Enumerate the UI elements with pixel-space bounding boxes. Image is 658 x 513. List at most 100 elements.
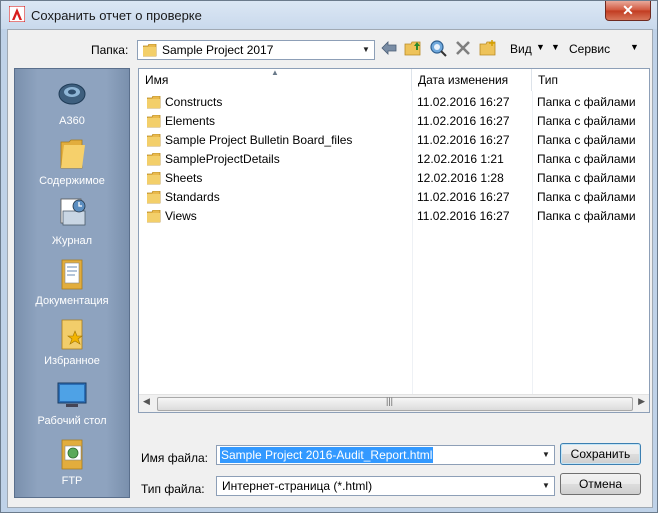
autocad-logo-icon bbox=[9, 6, 25, 22]
folder-combo[interactable]: Sample Project 2017 ▼ bbox=[137, 40, 375, 60]
new-folder-icon[interactable] bbox=[479, 39, 497, 57]
filename-value[interactable]: Sample Project 2016-Audit_Report.html bbox=[220, 447, 434, 463]
column-header-type[interactable]: Тип bbox=[532, 69, 649, 91]
title-bar: Сохранить отчет о проверке ✕ bbox=[1, 1, 657, 29]
dialog-body: Папка: Sample Project 2017 ▼ Вид ▼ ▼ Сер… bbox=[7, 29, 653, 508]
column-header-label: Дата изменения bbox=[418, 73, 509, 87]
file-date: 11.02.2016 16:27 bbox=[417, 95, 510, 109]
sidebar-item-label: FTP bbox=[61, 475, 83, 487]
table-row[interactable]: Constructs 11.02.2016 16:27 Папка с файл… bbox=[139, 93, 649, 112]
file-name: SampleProjectDetails bbox=[165, 152, 280, 166]
filename-label: Имя файла: bbox=[141, 451, 208, 465]
file-type: Папка с файлами bbox=[537, 190, 636, 204]
sidebar-item-content[interactable]: Содержимое bbox=[15, 137, 129, 197]
file-type: Папка с файлами bbox=[537, 171, 636, 185]
folder-value: Sample Project 2017 bbox=[162, 43, 274, 57]
file-type: Папка с файлами bbox=[537, 133, 636, 147]
file-type: Папка с файлами bbox=[537, 209, 636, 223]
filetype-label: Тип файла: bbox=[141, 482, 205, 496]
folder-icon bbox=[147, 172, 161, 185]
sidebar-item-label: Избранное bbox=[44, 355, 100, 367]
chevron-down-icon[interactable]: ▼ bbox=[358, 41, 374, 59]
places-sidebar: A360 Содержимое Журнал Документация Избр… bbox=[14, 68, 130, 498]
search-web-icon[interactable] bbox=[429, 39, 447, 57]
folder-icon bbox=[147, 210, 161, 223]
sort-ascending-icon: ▲ bbox=[271, 68, 279, 77]
column-header-label: Тип bbox=[538, 73, 559, 87]
horizontal-scrollbar[interactable]: ◀ ||| ▶ bbox=[139, 394, 649, 412]
folder-icon bbox=[143, 44, 157, 57]
filetype-value: Интернет-страница (*.html) bbox=[222, 479, 373, 493]
table-row[interactable]: Views 11.02.2016 16:27 Папка с файлами bbox=[139, 207, 649, 226]
view-menu-label[interactable]: Вид bbox=[510, 42, 532, 56]
file-list[interactable]: Имя ▲ Дата изменения Тип Constructs 11.0… bbox=[138, 68, 650, 413]
view-dropdown-icon[interactable]: ▼ bbox=[536, 42, 545, 52]
file-name: Constructs bbox=[165, 95, 223, 109]
sidebar-item-desktop[interactable]: Рабочий стол bbox=[15, 377, 129, 437]
save-dialog-window: Сохранить отчет о проверке ✕ Папка: Samp… bbox=[0, 0, 658, 513]
close-button[interactable]: ✕ bbox=[605, 1, 651, 21]
file-date: 11.02.2016 16:27 bbox=[417, 114, 510, 128]
table-row[interactable]: Sheets 12.02.2016 1:28 Папка с файлами bbox=[139, 169, 649, 188]
chevron-down-icon[interactable]: ▼ bbox=[538, 477, 554, 495]
file-name: Elements bbox=[165, 114, 216, 128]
file-date: 12.02.2016 1:28 bbox=[417, 171, 504, 185]
folder-icon bbox=[147, 96, 161, 109]
favorites-icon bbox=[61, 319, 83, 350]
folder-icon bbox=[147, 115, 161, 128]
tools-menu-label[interactable]: Сервис bbox=[569, 42, 610, 56]
file-date: 11.02.2016 16:27 bbox=[417, 133, 510, 147]
history-icon bbox=[60, 198, 86, 226]
file-type: Папка с файлами bbox=[537, 95, 636, 109]
file-type: Папка с файлами bbox=[537, 152, 636, 166]
delete-icon[interactable] bbox=[454, 39, 472, 57]
window-title: Сохранить отчет о проверке bbox=[31, 8, 202, 23]
tools-dropdown-icon[interactable]: ▼ bbox=[551, 42, 560, 52]
sidebar-item-history[interactable]: Журнал bbox=[15, 197, 129, 257]
tools-chevron-down-icon[interactable]: ▼ bbox=[630, 42, 639, 52]
table-row[interactable]: SampleProjectDetails 12.02.2016 1:21 Пап… bbox=[139, 150, 649, 169]
folder-up-icon[interactable] bbox=[404, 39, 422, 57]
folder-icon bbox=[60, 139, 85, 169]
file-name: Sample Project Bulletin Board_files bbox=[165, 133, 353, 147]
sidebar-item-label: Журнал bbox=[51, 235, 93, 247]
save-button[interactable]: Сохранить bbox=[560, 443, 641, 465]
folder-icon bbox=[147, 191, 161, 204]
table-row[interactable]: Standards 11.02.2016 16:27 Папка с файла… bbox=[139, 188, 649, 207]
sidebar-item-a360[interactable]: A360 bbox=[15, 77, 129, 137]
table-row[interactable]: Sample Project Bulletin Board_files 11.0… bbox=[139, 131, 649, 150]
sidebar-item-label: Документация bbox=[35, 295, 109, 307]
filename-input[interactable]: Sample Project 2016-Audit_Report.html ▼ bbox=[216, 445, 555, 465]
folder-label: Папка: bbox=[91, 43, 129, 57]
sidebar-item-label: Содержимое bbox=[39, 175, 105, 187]
sidebar-item-label: A360 bbox=[59, 115, 85, 127]
sidebar-item-documents[interactable]: Документация bbox=[15, 257, 129, 317]
sidebar-item-ftp[interactable]: FTP bbox=[15, 437, 129, 497]
sidebar-item-label: Рабочий стол bbox=[37, 415, 107, 427]
scroll-left-icon[interactable]: ◀ bbox=[143, 396, 150, 407]
column-header-date[interactable]: Дата изменения bbox=[412, 69, 532, 91]
file-name: Sheets bbox=[165, 171, 203, 185]
sidebar-item-favorites[interactable]: Избранное bbox=[15, 317, 129, 377]
file-date: 11.02.2016 16:27 bbox=[417, 209, 510, 223]
file-name: Standards bbox=[165, 190, 220, 204]
scroll-right-icon[interactable]: ▶ bbox=[638, 396, 645, 407]
file-date: 12.02.2016 1:21 bbox=[417, 152, 504, 166]
back-arrow-icon[interactable] bbox=[380, 39, 398, 57]
scrollbar-thumb[interactable]: ||| bbox=[157, 396, 633, 411]
folder-icon bbox=[147, 153, 161, 166]
filetype-select[interactable]: Интернет-страница (*.html) ▼ bbox=[216, 476, 555, 496]
file-date: 11.02.2016 16:27 bbox=[417, 190, 510, 204]
file-name: Views bbox=[165, 209, 197, 223]
folder-icon bbox=[147, 134, 161, 147]
cancel-button[interactable]: Отмена bbox=[560, 473, 641, 495]
column-header-name[interactable]: Имя ▲ bbox=[139, 69, 412, 91]
close-icon: ✕ bbox=[622, 2, 634, 18]
desktop-icon bbox=[57, 382, 87, 407]
file-type: Папка с файлами bbox=[537, 114, 636, 128]
table-row[interactable]: Elements 11.02.2016 16:27 Папка с файлам… bbox=[139, 112, 649, 131]
ftp-icon bbox=[61, 439, 83, 470]
documents-icon bbox=[61, 259, 83, 290]
chevron-down-icon[interactable]: ▼ bbox=[538, 446, 554, 464]
column-header-label: Имя bbox=[145, 73, 169, 87]
